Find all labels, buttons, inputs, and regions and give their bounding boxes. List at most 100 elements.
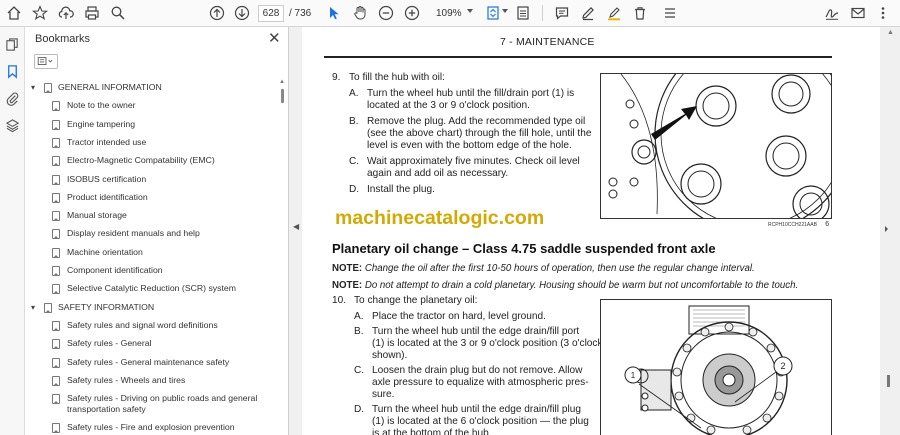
bookmark-label: Note to the owner xyxy=(67,100,136,111)
bookmark-label: Safety rules - Driving on public roads a… xyxy=(67,393,258,404)
figure-wheel-hub xyxy=(600,35,852,233)
bookmark-list: ▾ GENERAL INFORMATION Note to the owner Eng… xyxy=(25,79,277,435)
mail-icon[interactable] xyxy=(850,3,866,23)
layers-icon[interactable] xyxy=(5,118,20,133)
bookmark-label: ISOBUS certification xyxy=(67,173,147,184)
close-icon[interactable]: ✕ xyxy=(268,29,281,47)
scroll-up-icon[interactable]: ▲ xyxy=(887,29,894,36)
section-title: Planetary oil change – Class 4.75 saddle… xyxy=(332,241,716,256)
step-text-line: is at the bottom of the hub. xyxy=(372,427,492,435)
scroll-thumb[interactable] xyxy=(887,375,890,387)
bookmark-page-icon xyxy=(52,119,60,130)
bookmark-label: Machine orientation xyxy=(67,246,143,257)
toolbar-options-icon[interactable] xyxy=(662,3,678,23)
scroll-thumb[interactable] xyxy=(281,89,284,103)
zoom-in-icon[interactable] xyxy=(404,3,420,23)
figure-caption: RCPH10CCH221AAB 6 xyxy=(768,221,829,228)
bookmark-page-icon xyxy=(52,339,60,350)
step-10-number: 10. xyxy=(332,295,347,306)
bookmark-page-icon xyxy=(52,211,60,222)
note-2-text: Do not attempt to drain a cold planetary… xyxy=(362,280,799,291)
figure-planetary-hub: 1 2 1 xyxy=(600,299,832,435)
scroll-mode-icon[interactable] xyxy=(515,3,531,23)
step-text-line: Turn the wheel hub until the edge drain/… xyxy=(372,326,580,338)
highlight-icon[interactable] xyxy=(606,3,622,23)
toolbar-divider xyxy=(542,5,543,21)
print-icon[interactable] xyxy=(84,3,100,23)
step-text-line: axle pressure to equalize with atmospher… xyxy=(372,377,589,388)
bookmark-label: Display resident manuals and help xyxy=(67,228,200,239)
page-number-input[interactable]: 628 xyxy=(258,5,284,22)
bookmark-page-icon xyxy=(44,302,52,313)
delete-icon[interactable] xyxy=(632,3,648,23)
bookmark-page-icon xyxy=(52,156,60,167)
bookmark-icon[interactable] xyxy=(5,64,20,79)
step-text-line: Install the plug. xyxy=(367,183,435,195)
step-9-title: To fill the hub with oil: xyxy=(349,72,445,83)
pages-icon[interactable] xyxy=(5,37,20,52)
step-10-title: To change the planetary oil: xyxy=(354,295,478,306)
step-text-line: (see the above chart) through the fill h… xyxy=(367,128,592,140)
arrow-down-circle-icon[interactable] xyxy=(234,3,250,23)
step-text-line: Wait approximately five minutes. Check o… xyxy=(367,156,580,167)
sign-icon[interactable] xyxy=(824,3,840,23)
bookmark-label: Safety rules - General maintenance safet… xyxy=(67,356,230,367)
bookmark-scrollbar[interactable]: ▲ xyxy=(279,79,286,435)
arrow-up-circle-icon[interactable] xyxy=(209,3,225,23)
step-text-line: Remove the plug. Add the recommended typ… xyxy=(367,115,586,127)
panel-title: Bookmarks xyxy=(35,33,91,45)
comment-icon[interactable] xyxy=(554,3,570,23)
note-2-label: NOTE: xyxy=(332,280,363,291)
page-fit-icon[interactable] xyxy=(485,3,501,23)
document-scrollbar[interactable]: ▲ xyxy=(880,27,900,435)
scroll-up-icon[interactable]: ▲ xyxy=(279,79,285,85)
zoom-level[interactable]: 109% xyxy=(436,8,462,19)
planetary-hub-illustration: 1 2 1 xyxy=(601,300,831,435)
bookmark-page-icon xyxy=(52,137,60,148)
chevron-down-icon[interactable] xyxy=(467,9,473,13)
star-icon[interactable] xyxy=(32,3,48,23)
bookmark-page-icon xyxy=(44,83,52,93)
step-letter: C. xyxy=(349,156,360,167)
select-cursor-icon[interactable] xyxy=(326,3,342,23)
next-page-arrow-icon[interactable] xyxy=(885,226,888,232)
step-letter: B. xyxy=(349,115,359,127)
note-1: NOTE: Change the oil after the first 10-… xyxy=(332,263,755,274)
zoom-out-icon[interactable] xyxy=(378,3,394,23)
pen-icon[interactable] xyxy=(580,3,596,23)
document-page: 7 - MAINTENANCE 9. To fill the hub with … xyxy=(302,27,880,435)
figure-code: RCPH10CCH221AAB xyxy=(768,222,817,228)
toolbar: 628 / 736 109% xyxy=(0,0,900,27)
more-options-icon[interactable] xyxy=(875,3,891,23)
step-letter: B. xyxy=(354,326,364,338)
note-2: NOTE: Do not attempt to drain a cold pla… xyxy=(332,280,798,291)
bookmark-label: GENERAL INFORMATION xyxy=(58,82,162,92)
chevron-down-icon[interactable]: ▾ xyxy=(31,83,35,93)
bookmark-label: SAFETY INFORMATION xyxy=(58,301,155,312)
bookmark-label: Safety rules - General xyxy=(67,338,152,349)
home-icon[interactable] xyxy=(6,3,22,23)
bookmark-page-icon xyxy=(52,375,60,386)
attachment-icon[interactable] xyxy=(5,91,20,106)
bookmark-page-icon xyxy=(52,357,60,368)
step-text-line: located at the 3 or 9 o'clock position. xyxy=(367,100,530,112)
callout-1-label: 1 xyxy=(631,371,636,380)
bookmark-label: Product identification xyxy=(67,191,148,202)
header-rule xyxy=(324,56,832,58)
cloud-upload-icon[interactable] xyxy=(58,3,74,23)
bookmark-page-icon xyxy=(52,394,60,405)
bookmark-page-icon xyxy=(52,423,60,434)
note-1-text: Change the oil after the first 10-50 hou… xyxy=(362,263,755,274)
chevron-down-icon[interactable] xyxy=(502,9,508,13)
bookmark-label: Safety rules - Wheels and tires xyxy=(67,374,186,385)
step-text-line: Place the tractor on hard, level ground. xyxy=(372,311,546,322)
step-text-line: Loosen the drain plug but do not remove.… xyxy=(372,365,583,377)
page-header: 7 - MAINTENANCE xyxy=(500,36,595,48)
search-icon[interactable] xyxy=(110,3,126,23)
hand-tool-icon[interactable] xyxy=(352,3,368,23)
bookmark-page-icon xyxy=(52,284,60,295)
bookmark-page-icon xyxy=(52,266,60,276)
bookmark-options-button[interactable] xyxy=(34,54,58,69)
chevron-down-icon[interactable]: ▾ xyxy=(31,303,35,313)
panel-collapse-icon[interactable]: ◀ xyxy=(293,222,299,231)
